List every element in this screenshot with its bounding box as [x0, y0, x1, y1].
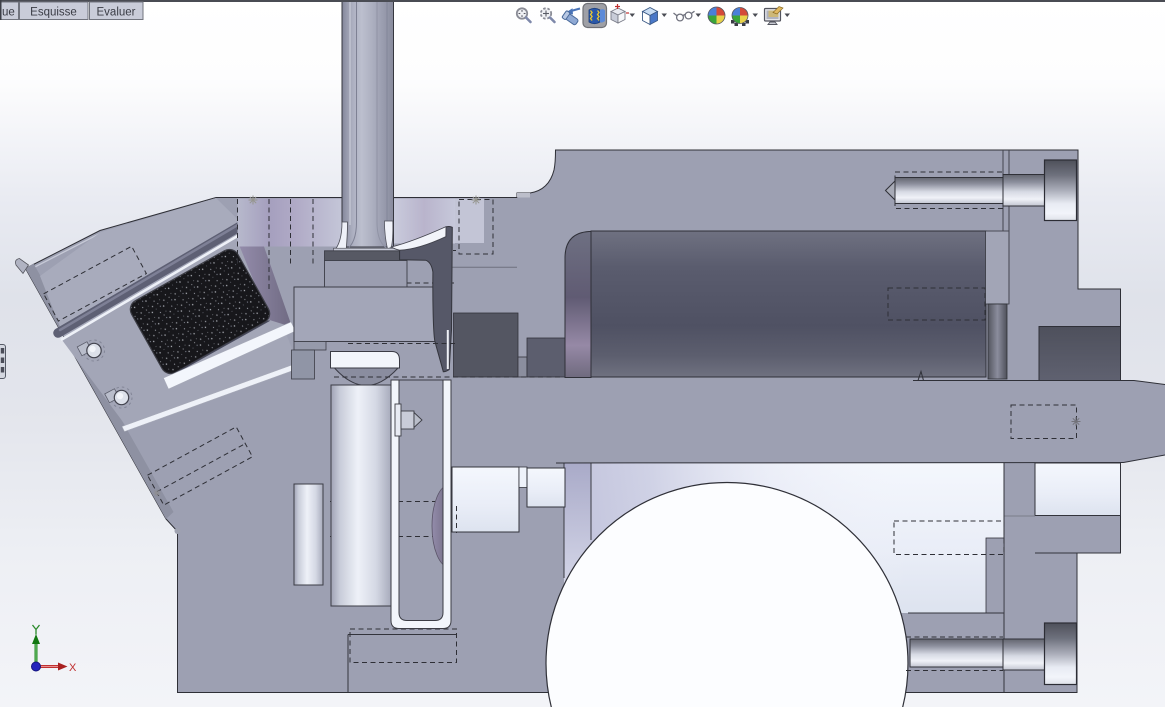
svg-text:Evaluer: Evaluer	[97, 7, 136, 19]
svg-text:ue: ue	[2, 7, 15, 19]
svg-text:X: X	[69, 662, 77, 674]
svg-text:Esquisse: Esquisse	[30, 7, 77, 19]
